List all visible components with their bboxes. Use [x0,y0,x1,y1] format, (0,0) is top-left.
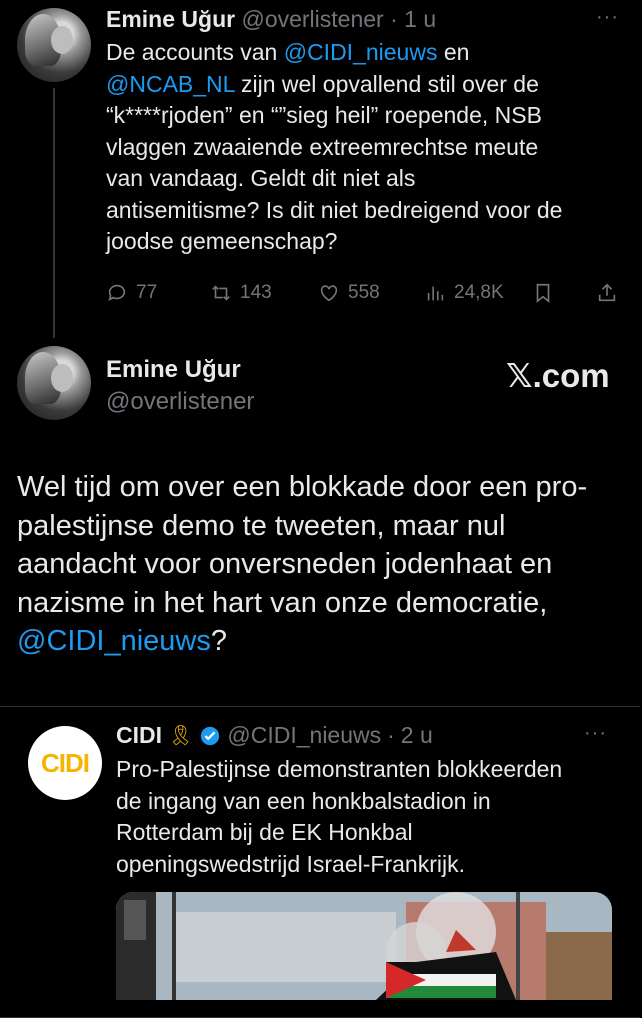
text-line: vlaggen zwaaiende extreemrechtse meute [106,133,539,160]
text-line: palestijnse demo te tweeten, maar nul [17,509,506,542]
cidi-logo-text: CIDI [41,747,90,778]
text-line: antisemitisme? Is dit niet bedreigend vo… [106,196,563,223]
tweet-text: De accounts van @CIDI_nieuws en @NCAB_NL… [106,37,626,258]
text-line: joodse gemeenschap? [106,228,338,254]
reply-icon [108,284,126,301]
views-button[interactable]: 24,8K [424,282,504,304]
separator: · [390,6,398,32]
text-line: Rotterdam bij de EK Honkbal [116,819,413,845]
like-count: 558 [348,282,380,303]
text-line: Pro-Palestijnse demonstranten blokkeerde… [116,756,563,782]
retweet-icon [212,285,230,301]
text-segment: en [437,39,470,65]
quote-text: Pro-Palestijnse demonstranten blokkeerde… [116,754,621,880]
author-handle[interactable]: @overlistener [241,6,383,32]
quote-header: CIDI 🎗 @CIDI_nieuws · 2 u [116,722,433,749]
thread-line [53,88,55,338]
separator: · [387,722,395,748]
share-button[interactable] [596,282,618,304]
retweet-count: 143 [240,282,272,303]
reply-button[interactable]: 77 [106,282,157,304]
tweet-photo[interactable] [116,892,612,1000]
x-logo: 𝕏.com [506,357,610,394]
ribbon-icon: 🎗 [168,725,194,747]
heart-icon [320,285,338,302]
tweet-header: Emine Uğur @overlistener · 1 u [106,6,436,33]
author-name[interactable]: Emine Uğur [106,6,235,32]
mention-cidi[interactable]: @CIDI_nieuws [284,39,438,65]
text-line: openingswedstrijd Israel-Frankrijk. [116,850,465,877]
text-line: nazisme in het hart van onze democratie, [17,586,548,619]
text-segment: ? [210,625,227,657]
author-name[interactable]: CIDI [116,722,162,749]
bookmark-button[interactable] [532,282,554,304]
author-name[interactable]: Emine Uğur [106,356,241,384]
text-line: aandacht voor onversneden jodenhaat en [17,548,553,580]
views-count: 24,8K [454,282,504,303]
text-segment: De accounts van [106,39,284,65]
more-options-icon[interactable]: ··· [584,722,607,745]
text-line: Wel tijd om over een blokkade door een p… [17,471,588,503]
avatar[interactable] [17,8,91,82]
avatar[interactable] [17,346,91,420]
retweet-button[interactable]: 143 [210,282,272,304]
photo-illustration [116,892,612,1000]
bookmark-icon [536,283,550,304]
mention-cidi[interactable]: @CIDI_nieuws [17,625,211,657]
text-line: de ingang van een honkbalstadion in [116,787,491,814]
text-line: van vandaag. Geldt dit niet als [106,165,416,191]
cidi-avatar[interactable]: CIDI [28,726,102,800]
like-button[interactable]: 558 [318,282,380,304]
text-segment: zijn wel opvallend stil over de [234,70,539,97]
verified-badge-icon [201,726,220,745]
more-options-icon[interactable]: ··· [596,6,619,29]
mention-ncab[interactable]: @NCAB_NL [106,71,235,97]
tweet-text: Wel tijd om over een blokkade door een p… [17,468,627,661]
text-line: “k****rjoden” en “”sieg heil” roepende, … [106,102,542,128]
reply-count: 77 [136,282,158,303]
author-handle[interactable]: @overlistener [106,388,254,416]
views-icon [427,286,444,301]
share-icon [598,283,616,302]
timestamp[interactable]: 1 u [404,6,436,32]
author-handle[interactable]: @CIDI_nieuws [227,722,381,749]
timestamp[interactable]: 2 u [401,722,433,749]
